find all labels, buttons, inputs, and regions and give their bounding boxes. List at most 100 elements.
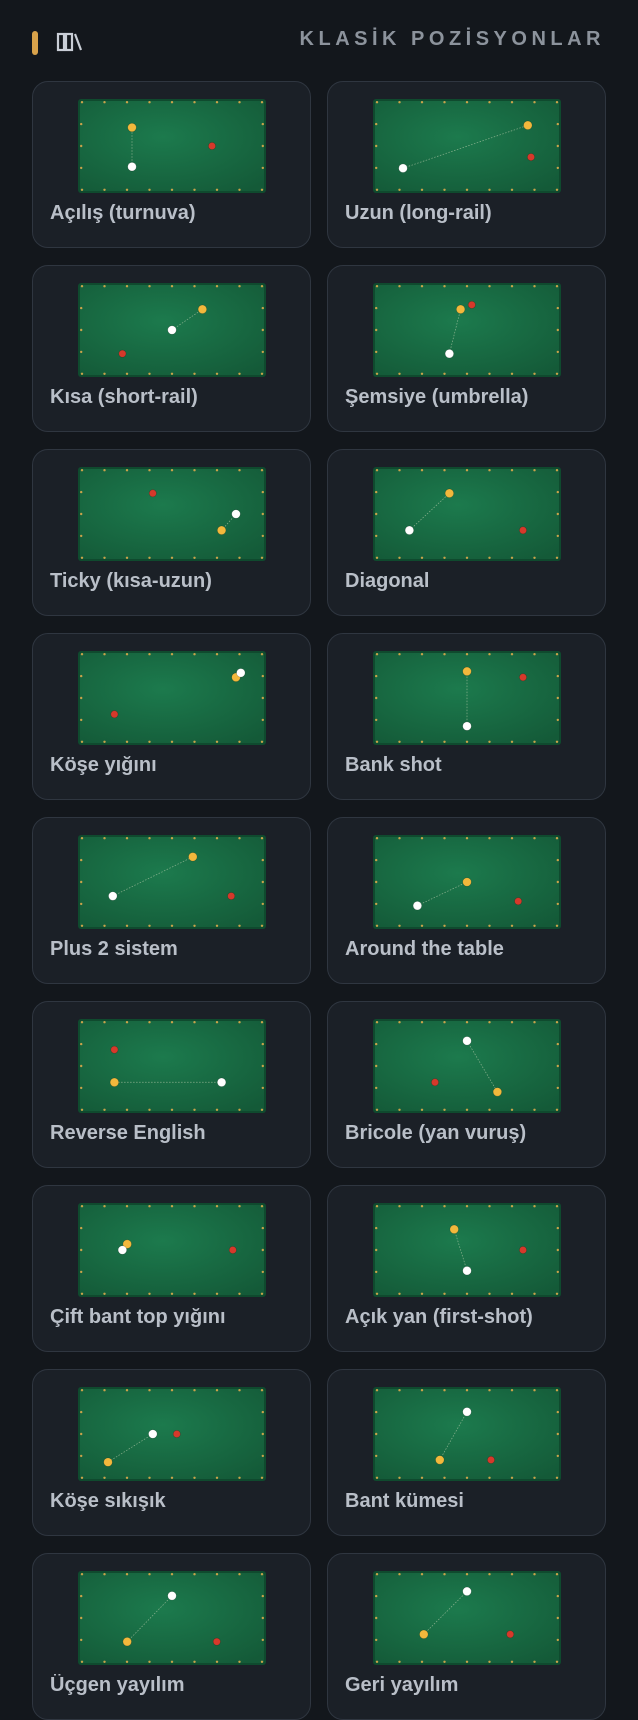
rail-diamond: [555, 1660, 559, 1663]
rail-diamond: [261, 674, 264, 678]
rail-diamond: [148, 1573, 151, 1576]
yellow-ball: [127, 122, 137, 133]
rail-diamond: [260, 1389, 264, 1392]
white-ball: [398, 163, 408, 173]
rail-diamond: [375, 880, 378, 884]
position-card[interactable]: Plus 2 sistem: [32, 817, 311, 984]
rail-diamond: [80, 674, 83, 678]
position-card[interactable]: Kısa (short-rail): [32, 265, 311, 432]
rail-diamond: [215, 1573, 219, 1576]
rail-diamond: [375, 740, 379, 743]
position-card[interactable]: Çift bant top yığını: [32, 1185, 311, 1352]
position-card[interactable]: Açık yan (first-shot): [327, 1185, 606, 1352]
rail-diamond: [398, 924, 401, 927]
rail-diamond: [148, 285, 151, 288]
rail-diamond: [510, 556, 514, 559]
rail-diamond: [533, 1205, 536, 1208]
rail-diamond: [238, 1021, 241, 1024]
rail-diamond: [555, 1108, 559, 1111]
position-card[interactable]: Açılış (turnuva): [32, 81, 311, 248]
position-card[interactable]: Bricole (yan vuruş): [327, 1001, 606, 1168]
position-card[interactable]: Üçgen yayılım: [32, 1553, 311, 1720]
rail-diamond: [398, 1573, 401, 1576]
rail-diamond: [103, 188, 106, 191]
rail-diamond: [260, 1476, 264, 1479]
rail-diamond: [555, 740, 559, 743]
rail-diamond: [261, 1042, 264, 1046]
rail-diamond: [193, 1205, 196, 1208]
rail-diamond: [443, 372, 446, 375]
rail-diamond: [193, 1573, 196, 1576]
rail-diamond: [555, 556, 559, 559]
rail-diamond: [261, 1432, 264, 1436]
rail-diamond: [533, 372, 536, 375]
rail-diamond: [420, 1660, 424, 1663]
rail-diamond: [420, 285, 424, 288]
yellow-ball: [419, 1629, 429, 1639]
rail-diamond: [420, 556, 424, 559]
rail-diamond: [80, 372, 84, 375]
rail-diamond: [148, 101, 151, 104]
page-title: KLASİK POZİSYONLAR: [299, 28, 605, 50]
rail-diamond: [510, 1389, 514, 1392]
rail-diamond: [556, 1064, 559, 1068]
rail-diamond: [556, 1638, 559, 1642]
position-label: Kısa (short-rail): [50, 386, 198, 408]
rail-diamond: [398, 1205, 401, 1208]
rail-diamond: [555, 1021, 559, 1024]
rail-diamond: [510, 1292, 514, 1295]
table-cloth: [80, 1573, 264, 1663]
rail-diamond: [80, 1226, 83, 1230]
rail-diamond: [215, 101, 219, 104]
rail-diamond: [80, 1292, 84, 1295]
rail-diamond: [420, 188, 424, 191]
position-card[interactable]: Şemsiye (umbrella): [327, 265, 606, 432]
rail-diamond: [555, 372, 559, 375]
rail-diamond: [103, 740, 106, 743]
position-card[interactable]: Köşe sıkışık: [32, 1369, 311, 1536]
rail-diamond: [125, 653, 129, 656]
position-card[interactable]: Bant kümesi: [327, 1369, 606, 1536]
rail-diamond: [148, 1476, 151, 1479]
red-ball: [519, 1246, 527, 1254]
rail-diamond: [80, 101, 84, 104]
rail-diamond: [261, 902, 264, 906]
position-card[interactable]: Around the table: [327, 817, 606, 984]
rail-diamond: [80, 285, 84, 288]
rail-diamond: [533, 924, 536, 927]
rail-diamond: [148, 372, 151, 375]
yellow-ball: [492, 1087, 502, 1097]
position-label: Köşe sıkışık: [50, 1490, 166, 1512]
rail-diamond: [261, 1594, 264, 1598]
rail-diamond: [103, 1389, 106, 1392]
rail-diamond: [260, 101, 264, 104]
rail-diamond: [555, 285, 559, 288]
rail-diamond: [148, 1021, 151, 1024]
rail-diamond: [238, 1205, 241, 1208]
position-card[interactable]: Reverse English: [32, 1001, 311, 1168]
position-card[interactable]: Uzun (long-rail): [327, 81, 606, 248]
rail-diamond: [556, 858, 559, 862]
rail-diamond: [238, 924, 241, 927]
rail-diamond: [533, 837, 536, 840]
billiard-table-diagram: [78, 835, 266, 929]
position-card[interactable]: Bank shot: [327, 633, 606, 800]
rail-diamond: [261, 1410, 264, 1414]
rail-diamond: [375, 490, 378, 494]
billiard-table-diagram: [78, 467, 266, 561]
position-card[interactable]: Geri yayılım: [327, 1553, 606, 1720]
position-card[interactable]: Ticky (kısa-uzun): [32, 449, 311, 616]
rail-diamond: [103, 1476, 106, 1479]
position-label: Bricole (yan vuruş): [345, 1122, 527, 1144]
rail-diamond: [125, 1660, 129, 1663]
rail-diamond: [398, 1292, 401, 1295]
rail-diamond: [215, 372, 219, 375]
rail-diamond: [533, 740, 536, 743]
rail-diamond: [556, 490, 559, 494]
rail-diamond: [170, 1389, 174, 1392]
rail-diamond: [238, 285, 241, 288]
position-card[interactable]: Diagonal: [327, 449, 606, 616]
table-cloth: [375, 1021, 559, 1111]
position-card[interactable]: Köşe yığını: [32, 633, 311, 800]
rail-diamond: [170, 556, 174, 559]
